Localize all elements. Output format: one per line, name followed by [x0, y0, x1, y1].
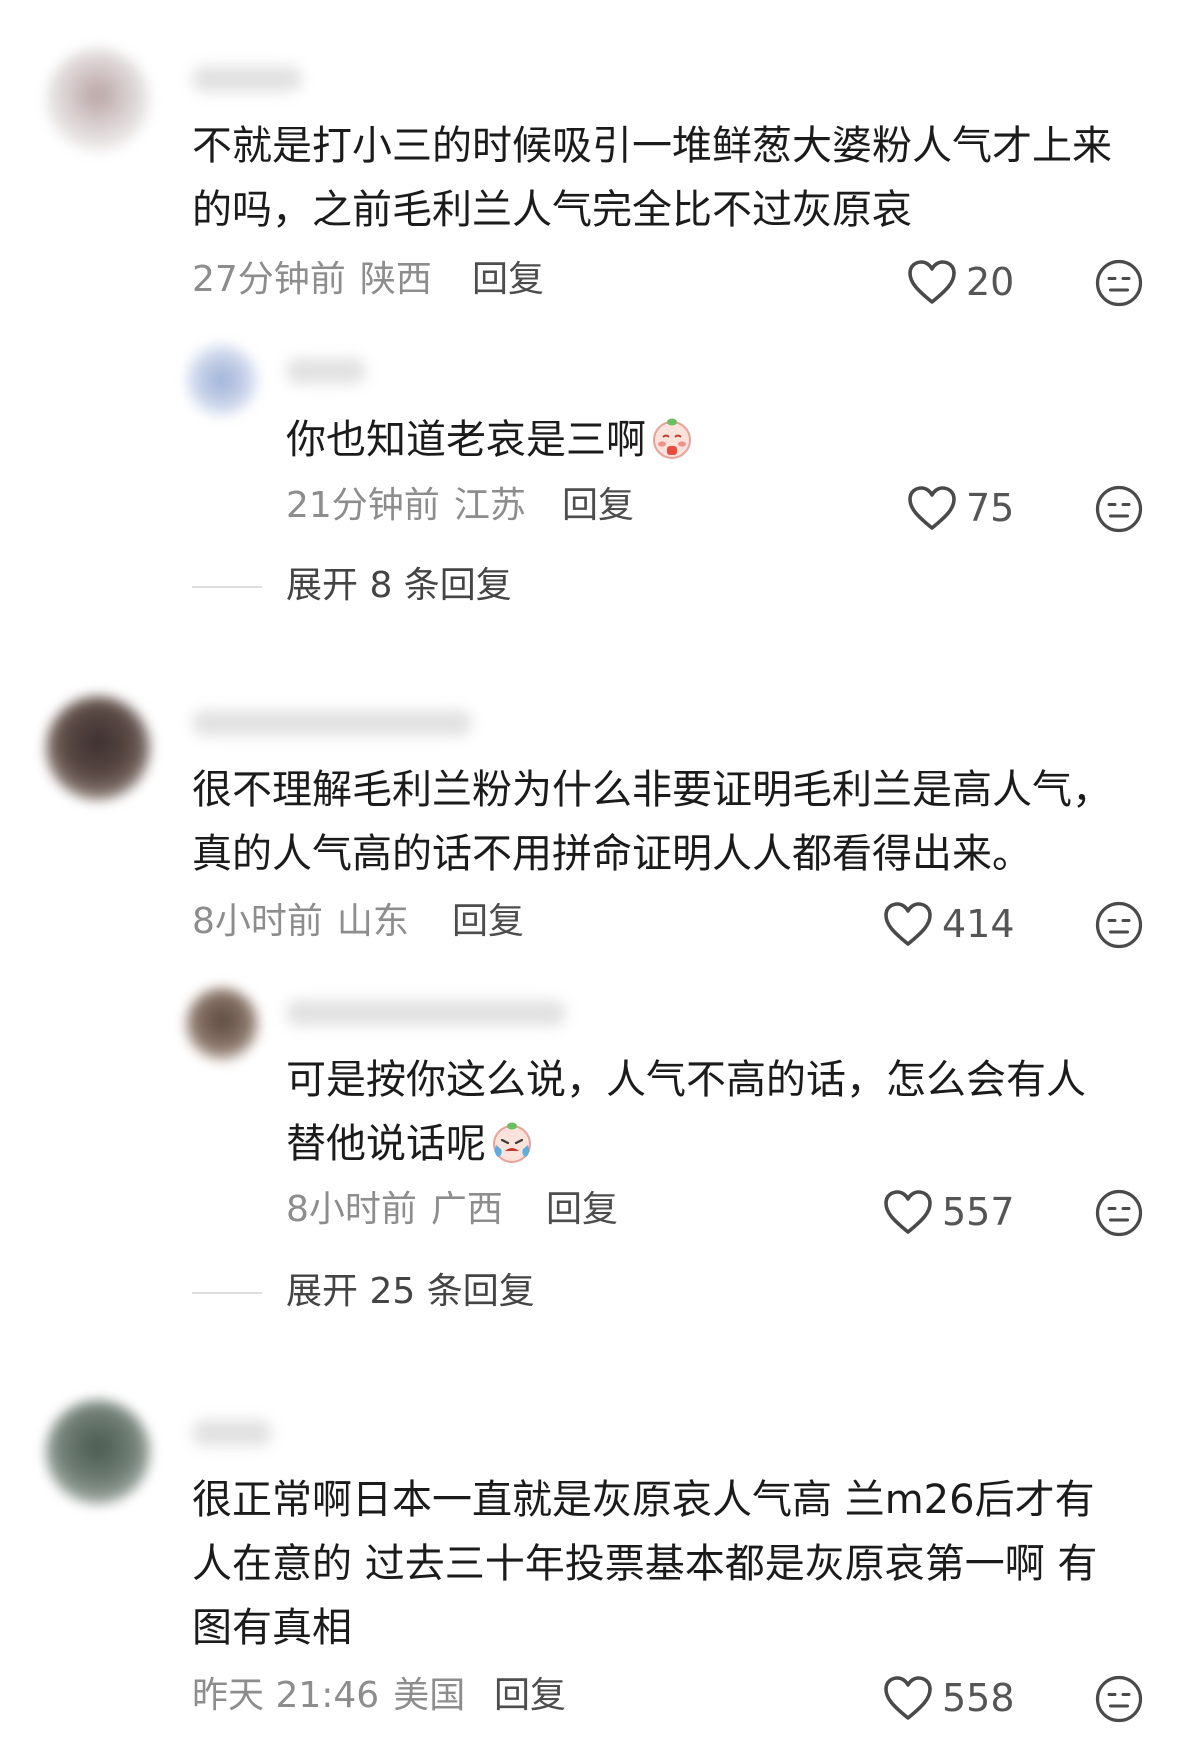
reply-button[interactable]: 回复 [452, 902, 524, 942]
dislike-button[interactable] [1094, 1188, 1144, 1238]
reply-button[interactable]: 回复 [546, 1190, 618, 1230]
avatar[interactable] [46, 696, 150, 800]
comment-text-line: 人在意的 过去三十年投票基本都是灰原哀第一啊 有 [192, 1541, 1098, 1587]
avatar[interactable] [186, 988, 258, 1060]
comment-text-line: 图有真相 [192, 1605, 352, 1651]
username-blurred[interactable] [286, 358, 366, 384]
dislike-button[interactable] [1094, 1674, 1144, 1724]
unamused-face-icon [1095, 901, 1143, 949]
comment-text-line: 真的人气高的话不用拼命证明人人都看得出来。 [192, 831, 1032, 877]
reply-text-line: 替他说话呢 [286, 1112, 536, 1176]
crying-cartoon-emoji [493, 1122, 531, 1163]
heart-outline-icon [884, 1676, 932, 1720]
like-button[interactable]: 75 [906, 480, 1014, 536]
dislike-button[interactable] [1094, 900, 1144, 950]
username-blurred[interactable] [192, 66, 302, 92]
reply-time: 21分钟前 [286, 485, 440, 526]
like-button[interactable]: 557 [882, 1184, 1015, 1240]
reply-meta: 21分钟前 江苏 [286, 486, 526, 526]
blushing-cartoon-emoji [653, 418, 691, 459]
comment-location: 美国 [393, 1675, 466, 1716]
expand-replies-button[interactable]: 展开 25 条回复 [286, 1270, 535, 1314]
comment-text-line: 很不理解毛利兰粉为什么非要证明毛利兰是高人气， [192, 767, 1112, 813]
comment-time: 8小时前 [192, 901, 323, 942]
like-count: 414 [942, 902, 1015, 946]
heart-outline-icon [908, 260, 956, 304]
avatar[interactable] [46, 1400, 150, 1504]
reply-text: 你也知道老哀是三啊 [286, 417, 646, 463]
dislike-button[interactable] [1094, 258, 1144, 308]
heart-outline-icon [884, 902, 932, 946]
like-count: 20 [966, 260, 1015, 304]
like-button[interactable]: 20 [906, 254, 1014, 310]
like-button[interactable]: 414 [882, 896, 1015, 952]
reply-button[interactable]: 回复 [562, 486, 634, 526]
reply-location: 广西 [430, 1189, 503, 1230]
reply-text-line: 你也知道老哀是三啊 [286, 408, 696, 472]
reply-button[interactable]: 回复 [494, 1676, 566, 1716]
heart-outline-icon [908, 486, 956, 530]
unamused-face-icon [1095, 1675, 1143, 1723]
username-blurred[interactable] [192, 1420, 272, 1446]
unamused-face-icon [1095, 485, 1143, 533]
avatar[interactable] [46, 48, 150, 152]
like-count: 75 [966, 486, 1015, 530]
comment-time: 27分钟前 [192, 259, 346, 300]
comment-text-line: 的吗，之前毛利兰人气完全比不过灰原哀 [192, 187, 912, 233]
comment-meta: 昨天 21:46 美国 [192, 1676, 465, 1716]
reply-location: 江苏 [453, 485, 526, 526]
like-count: 558 [942, 1676, 1015, 1720]
expand-replies-button[interactable]: 展开 8 条回复 [286, 564, 512, 608]
reply-text: 替他说话呢 [286, 1121, 486, 1167]
unamused-face-icon [1095, 259, 1143, 307]
comment-text-line: 很正常啊日本一直就是灰原哀人气高 兰m26后才有 [192, 1477, 1095, 1523]
reply-button[interactable]: 回复 [472, 260, 544, 300]
dislike-button[interactable] [1094, 484, 1144, 534]
comment-meta: 8小时前 山东 [192, 902, 409, 942]
heart-outline-icon [884, 1190, 932, 1234]
like-count: 557 [942, 1190, 1015, 1234]
unamused-face-icon [1095, 1189, 1143, 1237]
comment-location: 陕西 [359, 259, 432, 300]
avatar[interactable] [186, 344, 258, 416]
reply-time: 8小时前 [286, 1189, 417, 1230]
comment-location: 山东 [336, 901, 409, 942]
expand-divider [192, 586, 262, 588]
expand-divider [192, 1292, 262, 1294]
reply-meta: 8小时前 广西 [286, 1190, 503, 1230]
username-blurred[interactable] [286, 1000, 566, 1026]
comment-text-line: 不就是打小三的时候吸引一堆鲜葱大婆粉人气才上来 [192, 123, 1112, 169]
comment-time: 昨天 21:46 [192, 1675, 380, 1716]
comment-meta: 27分钟前 陕西 [192, 260, 432, 300]
like-button[interactable]: 558 [882, 1670, 1015, 1726]
reply-text-line: 可是按你这么说，人气不高的话，怎么会有人 [286, 1057, 1086, 1103]
username-blurred[interactable] [192, 710, 472, 736]
